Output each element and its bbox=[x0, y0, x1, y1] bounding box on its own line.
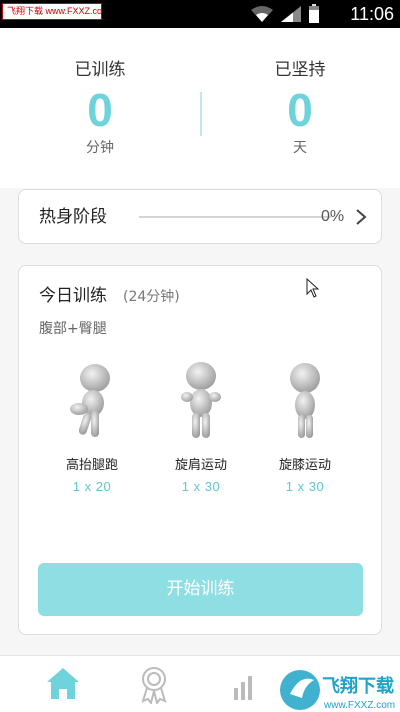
trained-stat: 已训练 0 分钟 bbox=[0, 58, 200, 158]
exercise-item[interactable]: 高抬腿跑 1 x 20 bbox=[37, 361, 147, 496]
cursor-icon bbox=[306, 278, 320, 298]
exercise-figure-icon bbox=[181, 362, 221, 438]
exercise-name: 旋肩运动 bbox=[174, 458, 227, 473]
trained-value: 0 bbox=[87, 84, 113, 136]
battery-icon bbox=[309, 4, 319, 23]
start-training-button[interactable]: 开始训练 bbox=[38, 563, 363, 616]
warmup-card[interactable]: 热身阶段 0% bbox=[18, 189, 382, 244]
today-duration: (24分钟) bbox=[123, 289, 180, 305]
exercise-figure-icon bbox=[70, 364, 110, 437]
exercise-reps: 1 x 30 bbox=[181, 479, 221, 494]
home-icon[interactable] bbox=[43, 664, 83, 704]
trained-unit: 分钟 bbox=[86, 140, 114, 156]
stats-panel: 已训练 0 分钟 已坚持 0 天 bbox=[0, 28, 400, 188]
exercise-reps: 1 x 30 bbox=[285, 479, 325, 494]
persisted-stat: 已坚持 0 天 bbox=[200, 58, 400, 158]
wifi-icon bbox=[251, 6, 273, 22]
exercise-figure-icon bbox=[290, 363, 320, 438]
chevron-right-icon bbox=[356, 209, 367, 225]
exercise-name: 旋膝运动 bbox=[278, 458, 331, 473]
trained-label: 已训练 bbox=[74, 60, 126, 80]
watermark-logo: 飞翔下载 www.FXXZ.com bbox=[280, 670, 395, 711]
warmup-progress-bar bbox=[139, 216, 331, 218]
persisted-label: 已坚持 bbox=[274, 60, 326, 80]
watermark-logo-text: 飞翔下载 bbox=[322, 675, 394, 697]
today-training-card: 今日训练 (24分钟) 腹部+臀腿 高抬腿跑 1 x 20 旋肩运动 1 x 3… bbox=[18, 265, 382, 635]
today-subtitle: 腹部+臀腿 bbox=[39, 321, 107, 337]
watermark-badge: 飞翔下载 www.FXXZ.com bbox=[2, 3, 102, 20]
watermark-logo-url: www.FXXZ.com bbox=[323, 700, 395, 711]
warmup-progress-text: 0% bbox=[321, 208, 345, 225]
persisted-value: 0 bbox=[287, 84, 313, 136]
persisted-unit: 天 bbox=[293, 140, 307, 156]
status-bar: 飞翔下载 www.FXXZ.com 11:06 bbox=[0, 0, 400, 28]
exercise-item[interactable]: 旋肩运动 1 x 30 bbox=[146, 361, 256, 496]
warmup-title: 热身阶段 bbox=[39, 207, 107, 227]
award-icon[interactable] bbox=[134, 664, 174, 704]
exercise-item[interactable]: 旋膝运动 1 x 30 bbox=[250, 361, 360, 496]
stats-icon[interactable] bbox=[228, 664, 268, 704]
exercise-reps: 1 x 20 bbox=[72, 479, 112, 494]
exercise-name: 高抬腿跑 bbox=[65, 458, 118, 473]
today-title: 今日训练 bbox=[39, 286, 107, 306]
signal-icon bbox=[281, 6, 301, 22]
status-time: 11:06 bbox=[350, 4, 394, 24]
